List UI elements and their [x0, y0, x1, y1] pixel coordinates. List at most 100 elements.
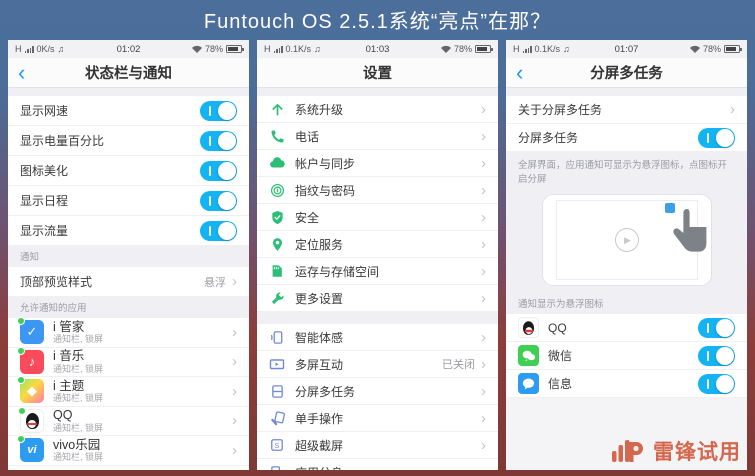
clock: 01:03	[365, 43, 390, 55]
divider	[257, 88, 498, 96]
app-row-itheme[interactable]: ◆ i 主题 通知栏, 锁屏 ›	[8, 376, 249, 407]
watermark: 雷锋试用	[610, 436, 741, 466]
toggle-wechat[interactable]	[698, 345, 735, 366]
settings-row-smart-motion[interactable]: 智能体感 ›	[257, 324, 498, 351]
page-banner: Funtouch OS 2.5.1系统“亮点”在那？	[0, 0, 755, 38]
smart-motion-icon	[269, 329, 285, 345]
battery-icon	[226, 45, 244, 53]
row-label: 顶部预览样式	[20, 275, 93, 289]
nav-bar: 设置	[257, 58, 498, 88]
app-sub: 通知栏, 锁屏	[53, 452, 104, 463]
green-badge-icon	[18, 406, 26, 415]
row-label: 显示日程	[20, 194, 69, 208]
screenshot-settings: H 0.1K/s ♫ 01:03 78% 设置 系统升级 › 电话 › 帐户与同…	[257, 40, 498, 470]
chevron-right-icon: ›	[481, 100, 486, 118]
app-name: i 音乐	[53, 349, 85, 364]
super-screenshot-icon: S	[269, 437, 285, 453]
watermark-text: 雷锋试用	[653, 441, 741, 464]
chevron-right-icon: ›	[232, 273, 237, 290]
screenshot-split-multitask: H 0.1K/s ♫ 01:07 78% ‹ 分屏多任务 关于分屏多任务 › 分…	[506, 40, 747, 470]
music-note-icon: ♫	[314, 44, 321, 54]
location-pin-icon	[269, 236, 285, 252]
chevron-right-icon: ›	[730, 101, 735, 118]
row-top-preview-style[interactable]: 顶部预览样式 悬浮 ›	[8, 267, 249, 297]
row-label: 电话	[295, 129, 320, 144]
settings-row-phone[interactable]: 电话 ›	[257, 123, 498, 150]
settings-row-ram-storage[interactable]: 运存与存储空间 ›	[257, 258, 498, 285]
wrench-icon	[269, 290, 285, 306]
toggle-network-speed[interactable]	[200, 100, 237, 121]
chevron-right-icon: ›	[481, 154, 486, 172]
row-label: 分屏多任务	[518, 131, 579, 145]
back-button[interactable]: ‹	[18, 59, 25, 87]
settings-row-fingerprint-password[interactable]: 指纹与密码 ›	[257, 177, 498, 204]
settings-row-super-screenshot[interactable]: S 超级截屏 ›	[257, 432, 498, 459]
signal-bars-icon	[522, 45, 532, 53]
screenshot-status-bar-notifications: H 0K/s ♫ 01:02 78% ‹ 状态栏与通知 显示网速 显示电量百分比	[8, 40, 249, 470]
toggle-row-icon-beautify: 图标美化	[8, 156, 249, 186]
row-label: 微信	[548, 349, 573, 363]
green-badge-icon	[17, 317, 25, 326]
row-label: 显示电量百分比	[20, 134, 105, 148]
app-clone-icon	[269, 464, 285, 470]
row-label: 更多设置	[295, 291, 344, 306]
row-label: 帐户与同步	[295, 156, 356, 171]
chevron-right-icon: ›	[232, 441, 237, 459]
settings-row-system-upgrade[interactable]: 系统升级 ›	[257, 96, 498, 123]
back-button[interactable]: ‹	[516, 59, 523, 87]
settings-row-location[interactable]: 定位服务 ›	[257, 231, 498, 258]
settings-row-security[interactable]: 安全 ›	[257, 204, 498, 231]
net-speed: 0.1K/s	[534, 44, 561, 54]
section-header-floating-icons: 通知显示为悬浮图标	[506, 293, 747, 314]
row-label: 分屏多任务	[295, 384, 356, 399]
qq-penguin-icon	[18, 406, 44, 433]
app-row-imusic[interactable]: ♪ i 音乐 通知栏, 锁屏 ›	[8, 346, 249, 377]
divider	[8, 88, 249, 96]
wifi-icon	[440, 45, 451, 53]
cloud-sync-icon	[269, 155, 285, 171]
app-row-imanager[interactable]: ✓ i 管家 通知栏, 锁屏 ›	[8, 317, 249, 348]
settings-row-multi-screen[interactable]: 多屏互动 已关闭 ›	[257, 351, 498, 378]
one-hand-icon	[269, 410, 285, 426]
row-label: 运存与存储空间	[295, 264, 380, 279]
qq-penguin-icon	[518, 317, 539, 338]
green-badge-icon	[17, 346, 25, 355]
section-header-allowed-apps: 允许通知的应用	[8, 297, 249, 318]
toggle-qq[interactable]	[698, 317, 735, 338]
chevron-right-icon: ›	[481, 127, 486, 145]
settings-row-app-clone[interactable]: 应用分身 ›	[257, 459, 498, 470]
page-title: Funtouch OS 2.5.1系统“亮点”在那？	[203, 10, 552, 33]
system-upgrade-icon	[269, 101, 285, 117]
section-header-notifications: 通知	[8, 246, 249, 267]
toggle-schedule[interactable]	[200, 190, 237, 211]
status-bar: H 0.1K/s ♫ 01:03 78%	[257, 40, 498, 58]
leifeng-logo-icon	[612, 440, 643, 462]
screenshots-strip: H 0K/s ♫ 01:02 78% ‹ 状态栏与通知 显示网速 显示电量百分比	[8, 40, 747, 470]
toggle-split-multitask[interactable]	[698, 127, 735, 148]
imanager-shield-icon: ✓	[17, 317, 44, 345]
toggle-data-usage[interactable]	[200, 220, 237, 241]
itheme-icon: ◆	[17, 376, 44, 404]
settings-row-accounts-sync[interactable]: 帐户与同步 ›	[257, 150, 498, 177]
network-type-label: H	[264, 44, 271, 54]
status-bar: H 0K/s ♫ 01:02 78%	[8, 40, 249, 58]
pointing-hand-icon	[672, 209, 706, 252]
clock: 01:02	[116, 43, 141, 55]
toggle-icon-beautify[interactable]	[200, 160, 237, 181]
wechat-icon	[518, 345, 539, 366]
split-screen-icon	[269, 383, 285, 399]
chevron-right-icon: ›	[232, 353, 237, 371]
settings-row-one-hand[interactable]: 单手操作 ›	[257, 405, 498, 432]
row-about-split-multitask[interactable]: 关于分屏多任务 ›	[506, 96, 747, 124]
settings-row-more-settings[interactable]: 更多设置 ›	[257, 285, 498, 312]
music-note-icon: ♫	[57, 44, 65, 54]
network-type-label: H	[15, 44, 22, 54]
chevron-right-icon: ›	[481, 436, 486, 454]
toggle-messages[interactable]	[698, 373, 735, 394]
app-name: vivo乐园	[53, 437, 101, 452]
settings-row-split-screen[interactable]: 分屏多任务 ›	[257, 378, 498, 405]
toggle-battery-percent[interactable]	[200, 130, 237, 151]
battery-icon	[724, 45, 742, 53]
app-row-qq[interactable]: QQ 通知栏, 锁屏 ›	[8, 406, 249, 436]
app-row-vivo-park[interactable]: vi vivo乐园 通知栏, 锁屏 ›	[8, 435, 249, 466]
